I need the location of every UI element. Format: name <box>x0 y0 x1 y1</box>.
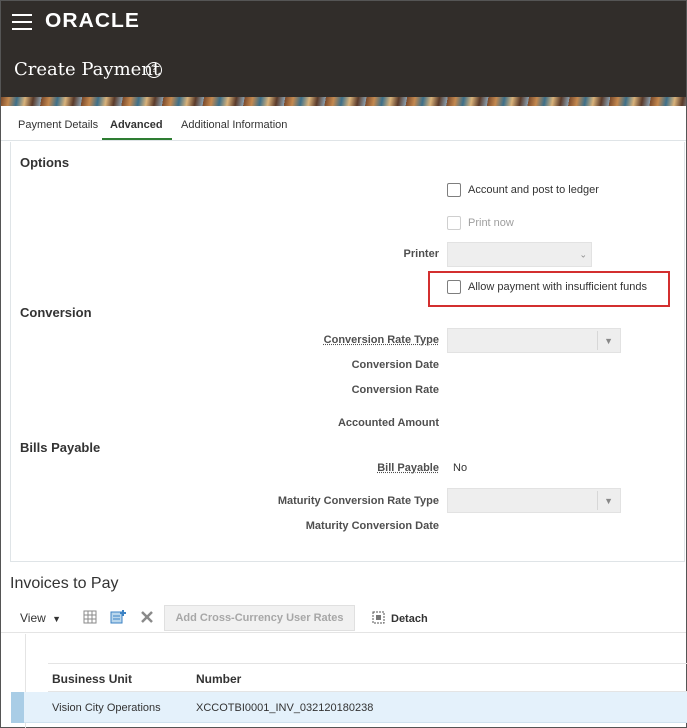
view-menu[interactable]: View ▼ <box>20 611 61 625</box>
account-post-label: Account and post to ledger <box>468 184 599 196</box>
highlight-box <box>428 271 670 307</box>
maturity-rate-type-label: Maturity Conversion Rate Type <box>277 495 439 507</box>
top-bar: ORACLE <box>1 1 686 43</box>
tab-additional-information[interactable]: Additional Information <box>181 119 287 138</box>
invoices-table: Business Unit Number Vision City Operati… <box>11 634 687 728</box>
tab-advanced[interactable]: Advanced <box>102 119 172 140</box>
conversion-rate-label: Conversion Rate <box>351 384 439 396</box>
freeze-columns-icon[interactable] <box>82 609 98 625</box>
page-title: Create Payment <box>14 59 161 80</box>
row-selector[interactable] <box>11 692 24 723</box>
printer-select[interactable]: ⌄ <box>447 242 592 267</box>
accounted-amount-label: Accounted Amount <box>337 417 439 429</box>
help-circle-icon[interactable]: ? <box>146 62 162 78</box>
chevron-down-icon: ⌄ <box>579 249 587 259</box>
view-label: View <box>20 611 46 625</box>
conversion-date-label: Conversion Date <box>351 359 439 371</box>
oracle-logo[interactable]: ORACLE <box>45 10 140 33</box>
maturity-rate-type-select[interactable]: ▼ <box>447 488 621 513</box>
bills-payable-heading: Bills Payable <box>20 440 101 455</box>
cell-business-unit: Vision City Operations <box>52 702 161 714</box>
detach-icon <box>372 611 385 627</box>
conversion-rate-type-label: Conversion Rate Type <box>323 334 439 346</box>
decorative-banner <box>1 97 686 106</box>
conversion-heading: Conversion <box>20 305 92 320</box>
detach-button[interactable]: Detach <box>372 611 428 627</box>
printer-label: Printer <box>403 248 439 260</box>
table-header: Business Unit Number <box>48 663 687 692</box>
column-header-business-unit[interactable]: Business Unit <box>52 672 132 686</box>
dropdown-triangle-icon: ▼ <box>604 495 613 506</box>
maturity-date-label: Maturity Conversion Date <box>305 520 439 532</box>
account-post-row: Account and post to ledger <box>447 183 599 197</box>
add-cross-currency-rates-button[interactable]: Add Cross-Currency User Rates <box>164 605 355 631</box>
table-row[interactable]: Vision City Operations XCCOTBI0001_INV_0… <box>11 692 687 723</box>
print-now-label: Print now <box>468 217 514 229</box>
detach-label: Detach <box>391 613 428 625</box>
hamburger-icon[interactable] <box>12 14 32 30</box>
bill-payable-value: No <box>453 462 468 474</box>
cell-number: XCCOTBI0001_INV_032120180238 <box>196 702 374 714</box>
print-now-row: Print now <box>447 216 514 230</box>
advanced-panel: Options Account and post to ledger Print… <box>10 142 685 562</box>
invoices-heading: Invoices to Pay <box>10 575 119 592</box>
caret-down-icon: ▼ <box>52 614 62 624</box>
dropdown-triangle-icon: ▼ <box>604 335 613 346</box>
column-header-number[interactable]: Number <box>196 672 241 686</box>
options-heading: Options <box>20 155 70 170</box>
add-row-icon[interactable] <box>110 609 126 625</box>
title-bar: Create Payment ? <box>1 43 686 97</box>
tab-bar: Payment Details Advanced Additional Info… <box>1 114 686 141</box>
print-now-checkbox[interactable] <box>447 216 461 230</box>
close-icon[interactable] <box>139 609 155 625</box>
conversion-rate-type-select[interactable]: ▼ <box>447 328 621 353</box>
bill-payable-label: Bill Payable <box>377 462 439 474</box>
account-post-checkbox[interactable] <box>447 183 461 197</box>
tab-payment-details[interactable]: Payment Details <box>18 119 98 138</box>
invoices-toolbar: View ▼ Add Cross-Currency User Rates Det… <box>1 601 686 633</box>
